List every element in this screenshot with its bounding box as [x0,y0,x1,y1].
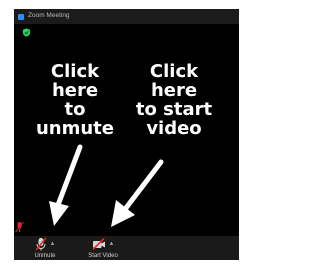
caret-up-icon[interactable]: ▲ [109,241,115,247]
zoom-meeting-window: Zoom Meeting Click here to unmute Click … [14,9,239,260]
video-instruction-line-1: Click [149,61,199,82]
unmute-label: Unmute [34,253,56,259]
unmute-instruction-line-1: Click [50,61,100,82]
unmute-button[interactable]: ▲ Unmute [26,236,64,260]
video-instruction-line-4: video [146,118,202,139]
video-instruction-line-3: to start [135,99,213,120]
video-arrow [111,159,164,227]
microphone-muted-icon [34,237,47,251]
video-instruction: Click here to start video [124,62,224,138]
unmute-instruction-line-3: to [64,99,86,120]
shield-icon[interactable] [22,28,31,37]
video-off-icon [91,238,105,250]
unmute-instruction: Click here to unmute [30,62,120,138]
caret-up-icon[interactable]: ▲ [50,241,56,247]
unmute-arrow [49,144,83,226]
title-bar: Zoom Meeting [14,9,239,24]
zoom-app-icon [18,13,24,20]
meeting-toolbar: ▲ Unmute ▲ Start Video [14,236,239,260]
participant-muted-icon [15,221,24,233]
window-title: Zoom Meeting [28,12,70,20]
start-video-label: Start Video [88,253,118,259]
start-video-button[interactable]: ▲ Start Video [78,236,128,260]
video-instruction-line-2: here [150,80,198,101]
unmute-instruction-line-2: here [51,80,99,101]
unmute-instruction-line-4: unmute [35,118,114,139]
